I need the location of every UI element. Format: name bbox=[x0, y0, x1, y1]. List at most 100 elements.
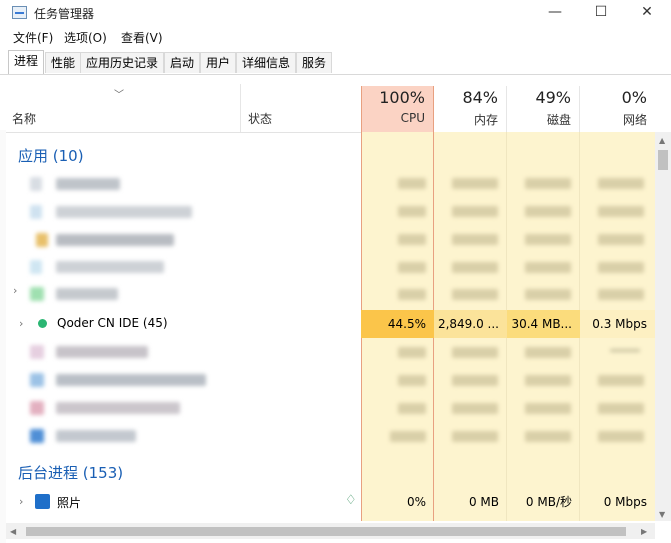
redacted-value bbox=[452, 262, 498, 273]
process-name: Qoder CN IDE (45) bbox=[57, 316, 168, 330]
redacted-value bbox=[598, 178, 644, 189]
menu-options[interactable]: 选项(O) bbox=[64, 29, 107, 46]
memory-percent: 84% bbox=[462, 88, 498, 107]
network-value: 0.3 Mbps bbox=[580, 310, 655, 338]
app-icon bbox=[30, 177, 42, 191]
process-row-photos[interactable]: › 照片 ♢ 0% 0 MB 0 MB/秒 0 Mbps bbox=[6, 488, 655, 516]
memory-value: 2,849.0 ... bbox=[434, 310, 507, 338]
expand-chevron-icon[interactable]: › bbox=[19, 317, 23, 330]
menu-bar: 文件(F) 选项(O) 查看(V) bbox=[0, 27, 671, 47]
expand-chevron-icon[interactable]: › bbox=[13, 284, 17, 297]
redacted-value bbox=[452, 178, 498, 189]
redacted-text bbox=[56, 402, 180, 414]
photos-icon bbox=[35, 494, 50, 509]
disk-percent: 49% bbox=[535, 88, 571, 107]
redacted-value bbox=[598, 431, 644, 442]
redacted-value bbox=[525, 403, 571, 414]
redacted-value bbox=[525, 234, 571, 245]
maximize-button[interactable]: ☐ bbox=[578, 0, 624, 26]
tab-performance[interactable]: 性能 bbox=[45, 52, 82, 73]
group-apps[interactable]: 应用 (10) bbox=[18, 145, 84, 166]
app-icon bbox=[30, 429, 44, 443]
window-title: 任务管理器 bbox=[34, 7, 95, 21]
column-network[interactable]: 0% 网络 bbox=[580, 86, 655, 132]
redacted-value bbox=[398, 262, 426, 273]
process-name: 照片 bbox=[57, 496, 82, 510]
redacted-value bbox=[398, 375, 426, 386]
redacted-value bbox=[598, 206, 644, 217]
column-name[interactable]: 名称 bbox=[12, 110, 36, 127]
tab-users[interactable]: 用户 bbox=[200, 52, 237, 73]
minimize-button[interactable]: — bbox=[532, 0, 578, 26]
tab-bar: 进程 性能 应用历史记录 启动 用户 详细信息 服务 bbox=[0, 50, 671, 75]
vertical-scroll-thumb[interactable] bbox=[658, 150, 668, 170]
redacted-value bbox=[452, 347, 498, 358]
redacted-value bbox=[452, 234, 498, 245]
cpu-value: 44.5% bbox=[361, 310, 434, 338]
redacted-text bbox=[56, 374, 206, 386]
qoder-icon bbox=[38, 319, 47, 328]
cpu-percent: 100% bbox=[379, 88, 425, 107]
redacted-value bbox=[398, 178, 426, 189]
group-background[interactable]: 后台进程 (153) bbox=[18, 462, 123, 483]
redacted-value bbox=[398, 403, 426, 414]
redacted-value bbox=[598, 403, 644, 414]
redacted-value bbox=[390, 431, 426, 442]
tab-details[interactable]: 详细信息 bbox=[236, 52, 297, 73]
app-icon bbox=[30, 401, 44, 415]
horizontal-scroll-thumb[interactable] bbox=[26, 527, 626, 536]
redacted-value bbox=[610, 349, 640, 352]
redacted-value bbox=[598, 234, 644, 245]
app-icon bbox=[30, 260, 42, 274]
tab-services[interactable]: 服务 bbox=[296, 52, 333, 73]
app-icon bbox=[30, 205, 42, 219]
redacted-text bbox=[56, 346, 148, 358]
scroll-down-icon[interactable]: ▼ bbox=[659, 510, 665, 519]
redacted-value bbox=[525, 178, 571, 189]
tab-processes[interactable]: 进程 bbox=[8, 50, 45, 74]
network-value: 0 Mbps bbox=[603, 495, 647, 509]
redacted-text bbox=[56, 178, 120, 190]
tab-startup[interactable]: 启动 bbox=[164, 52, 201, 73]
column-status[interactable]: 状态 bbox=[248, 110, 272, 127]
redacted-value bbox=[525, 375, 571, 386]
redacted-text bbox=[56, 234, 174, 246]
cpu-label: CPU bbox=[400, 111, 425, 125]
vertical-scrollbar[interactable] bbox=[655, 132, 671, 521]
process-row-qoder[interactable]: › Qoder CN IDE (45) 44.5% 2,849.0 ... 30… bbox=[6, 310, 655, 338]
redacted-value bbox=[452, 403, 498, 414]
efficiency-leaf-icon: ♢ bbox=[345, 493, 357, 508]
redacted-text bbox=[56, 206, 192, 218]
menu-view[interactable]: 查看(V) bbox=[121, 29, 163, 46]
column-disk[interactable]: 49% 磁盘 bbox=[507, 86, 580, 132]
cpu-value: 0% bbox=[406, 495, 426, 509]
column-memory[interactable]: 84% 内存 bbox=[434, 86, 507, 132]
app-icon bbox=[30, 345, 44, 359]
close-button[interactable]: ✕ bbox=[624, 0, 670, 26]
scroll-right-icon[interactable]: ▶ bbox=[641, 527, 647, 536]
redacted-text bbox=[56, 261, 164, 273]
redacted-value bbox=[398, 234, 426, 245]
redacted-value bbox=[525, 431, 571, 442]
redacted-value bbox=[598, 375, 644, 386]
disk-value: 30.4 MB... bbox=[507, 310, 580, 338]
redacted-value bbox=[525, 262, 571, 273]
app-icon bbox=[30, 287, 44, 301]
redacted-value bbox=[598, 289, 644, 300]
disk-label: 磁盘 bbox=[546, 113, 571, 127]
disk-value: 0 MB/秒 bbox=[525, 495, 572, 509]
scroll-left-icon[interactable]: ◀ bbox=[10, 527, 16, 536]
chevron-down-icon[interactable]: ﹀ bbox=[114, 86, 124, 101]
redacted-value bbox=[398, 289, 426, 300]
expand-chevron-icon[interactable]: › bbox=[19, 495, 23, 508]
memory-value: 0 MB bbox=[468, 495, 499, 509]
column-cpu[interactable]: 100% CPU bbox=[361, 86, 434, 132]
tab-app-history[interactable]: 应用历史记录 bbox=[80, 52, 165, 73]
redacted-value bbox=[452, 289, 498, 300]
scroll-up-icon[interactable]: ▲ bbox=[659, 136, 665, 145]
redacted-value bbox=[598, 262, 644, 273]
redacted-value bbox=[452, 431, 498, 442]
redacted-value bbox=[525, 347, 571, 358]
menu-file[interactable]: 文件(F) bbox=[13, 29, 53, 46]
redacted-value bbox=[398, 347, 426, 358]
